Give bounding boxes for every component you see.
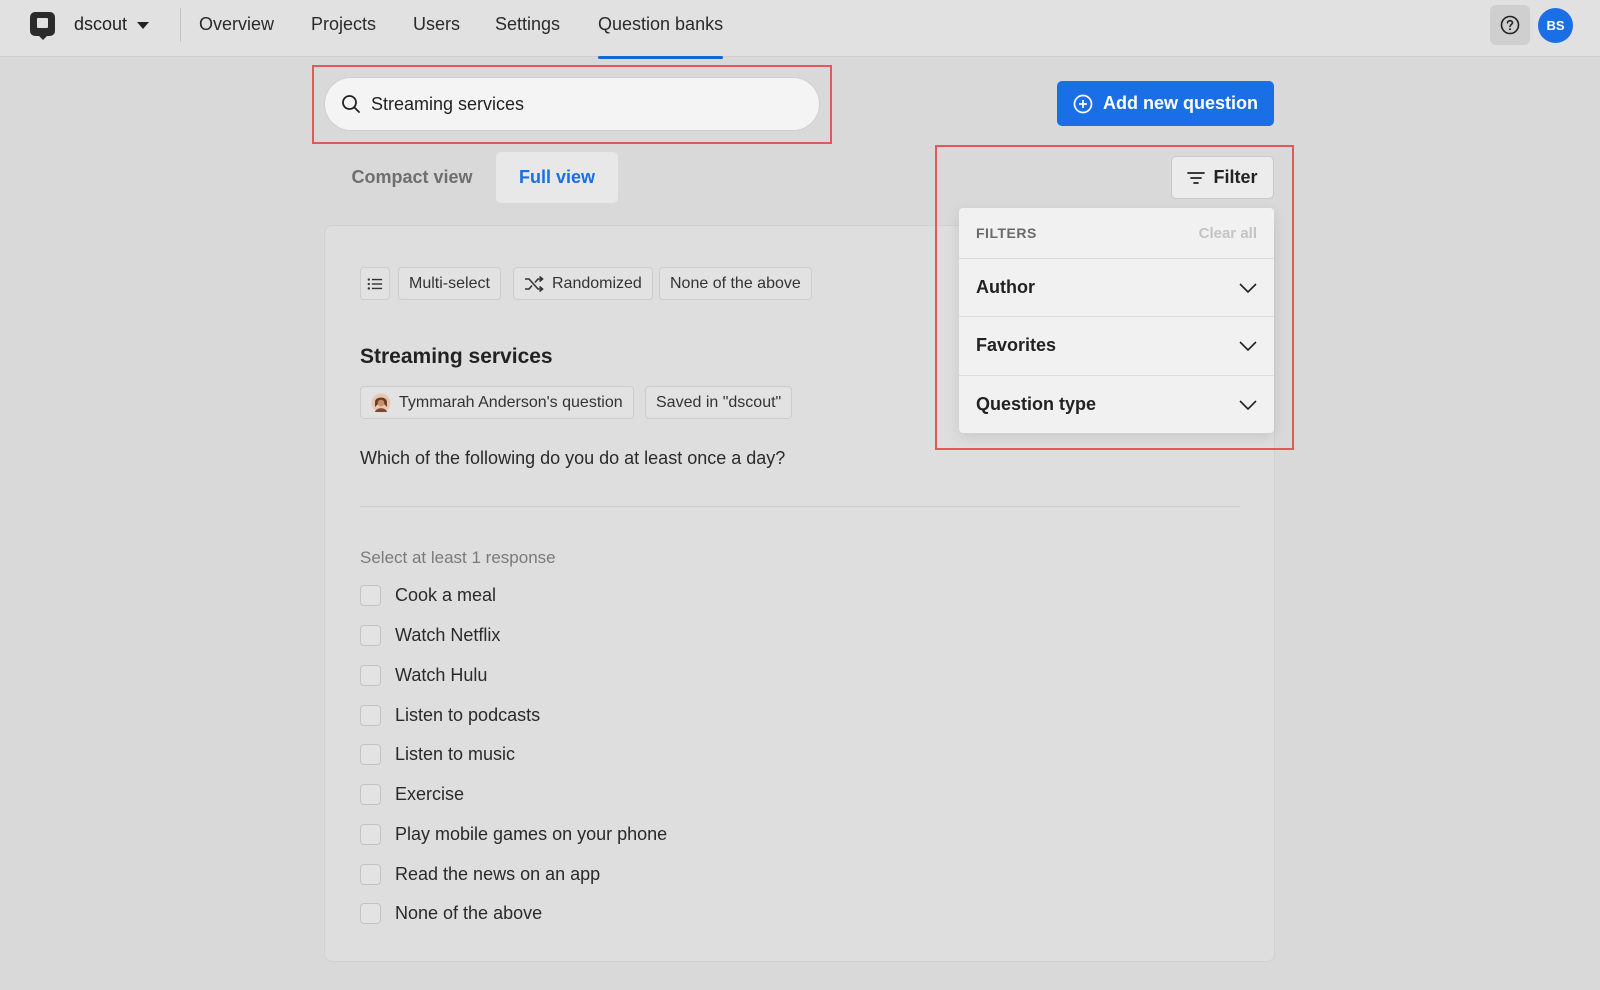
list-icon — [367, 277, 383, 290]
none-of-the-above-chip: None of the above — [659, 267, 812, 300]
org-name: dscout — [74, 14, 128, 34]
filter-row-label: Author — [976, 277, 1035, 297]
saved-in-chip: Saved in "dscout" — [645, 386, 793, 419]
checkbox[interactable] — [360, 824, 381, 845]
org-switcher[interactable]: dscout — [74, 14, 150, 35]
option-read-the-news[interactable]: Read the news on an app — [360, 864, 600, 885]
option-watch-hulu[interactable]: Watch Hulu — [360, 665, 487, 686]
checkbox[interactable] — [360, 864, 381, 885]
list-type-chip — [360, 267, 390, 300]
response-hint: Select at least 1 response — [360, 548, 556, 567]
randomized-label: Randomized — [552, 274, 642, 292]
randomized-chip: Randomized — [513, 267, 653, 300]
checkbox[interactable] — [360, 585, 381, 606]
nav-divider — [180, 8, 181, 42]
checkbox[interactable] — [360, 744, 381, 765]
help-icon — [1500, 15, 1520, 35]
option-cook-a-meal[interactable]: Cook a meal — [360, 585, 496, 606]
nav-settings[interactable]: Settings — [495, 14, 560, 35]
option-label: Play mobile games on your phone — [395, 824, 668, 844]
divider — [360, 506, 1240, 507]
option-none-of-the-above[interactable]: None of the above — [360, 903, 542, 924]
saved-in-label: Saved in "dscout" — [656, 393, 782, 411]
add-new-question-button[interactable]: Add new question — [1057, 81, 1274, 126]
multi-select-label: Multi-select — [409, 274, 490, 292]
filters-heading: FILTERS — [976, 225, 1037, 241]
dscout-logo-icon[interactable] — [29, 11, 56, 41]
checkbox[interactable] — [360, 625, 381, 646]
question-title: Streaming services — [360, 345, 553, 368]
option-label: Watch Hulu — [395, 665, 488, 685]
filter-button[interactable]: Filter — [1171, 156, 1274, 199]
nav-overview[interactable]: Overview — [199, 14, 274, 35]
option-watch-netflix[interactable]: Watch Netflix — [360, 625, 500, 646]
filter-row-favorites[interactable]: Favorites — [959, 316, 1274, 374]
author-label: Tymmarah Anderson's question — [399, 393, 623, 411]
option-label: Listen to podcasts — [395, 705, 541, 725]
option-label: Watch Netflix — [395, 625, 501, 645]
filter-row-question-type[interactable]: Question type — [959, 375, 1274, 433]
chevron-down-icon — [1239, 340, 1257, 351]
option-exercise[interactable]: Exercise — [360, 784, 464, 805]
author-chip: Tymmarah Anderson's question — [360, 386, 634, 419]
chevron-down-icon — [1239, 282, 1257, 293]
search-input[interactable] — [371, 93, 771, 115]
checkbox[interactable] — [360, 903, 381, 924]
add-new-question-label: Add new question — [1103, 93, 1258, 113]
multi-select-chip: Multi-select — [398, 267, 501, 300]
filter-row-author[interactable]: Author — [959, 258, 1274, 316]
tab-compact-view[interactable]: Compact view — [336, 152, 488, 203]
nav-projects[interactable]: Projects — [311, 14, 376, 35]
option-label: Listen to music — [395, 744, 516, 764]
nav-users[interactable]: Users — [413, 14, 460, 35]
option-label: Exercise — [395, 784, 465, 804]
filter-row-label: Question type — [976, 394, 1097, 414]
chevron-down-icon — [1239, 399, 1257, 410]
checkbox[interactable] — [360, 665, 381, 686]
option-play-mobile-games[interactable]: Play mobile games on your phone — [360, 824, 667, 845]
question-text: Which of the following do you do at leas… — [360, 448, 786, 468]
option-listen-to-music[interactable]: Listen to music — [360, 744, 515, 765]
tab-full-view[interactable]: Full view — [496, 152, 618, 203]
search-icon — [342, 95, 360, 113]
nav-question-banks[interactable]: Question banks — [598, 14, 724, 59]
filter-label: Filter — [1213, 167, 1258, 187]
top-nav: dscout Overview Projects Users Settings … — [0, 0, 1600, 59]
option-label: None of the above — [395, 903, 543, 923]
caret-down-icon — [137, 22, 150, 29]
clear-all-button[interactable]: Clear all — [1199, 225, 1257, 242]
checkbox[interactable] — [360, 784, 381, 805]
shuffle-icon — [525, 275, 544, 292]
author-avatar-icon — [371, 393, 391, 412]
search-bar[interactable] — [324, 77, 820, 131]
help-button[interactable] — [1490, 5, 1530, 45]
user-avatar[interactable]: BS — [1538, 8, 1573, 43]
filter-row-label: Favorites — [976, 335, 1057, 355]
plus-circle-icon — [1073, 94, 1093, 113]
filter-panel: FILTERS Clear all Author Favorites Quest… — [959, 208, 1274, 433]
option-listen-to-podcasts[interactable]: Listen to podcasts — [360, 705, 540, 726]
option-label: Read the news on an app — [395, 864, 601, 884]
checkbox[interactable] — [360, 705, 381, 726]
option-label: Cook a meal — [395, 585, 497, 605]
none-of-the-above-label: None of the above — [670, 274, 801, 292]
filter-icon — [1187, 171, 1206, 184]
